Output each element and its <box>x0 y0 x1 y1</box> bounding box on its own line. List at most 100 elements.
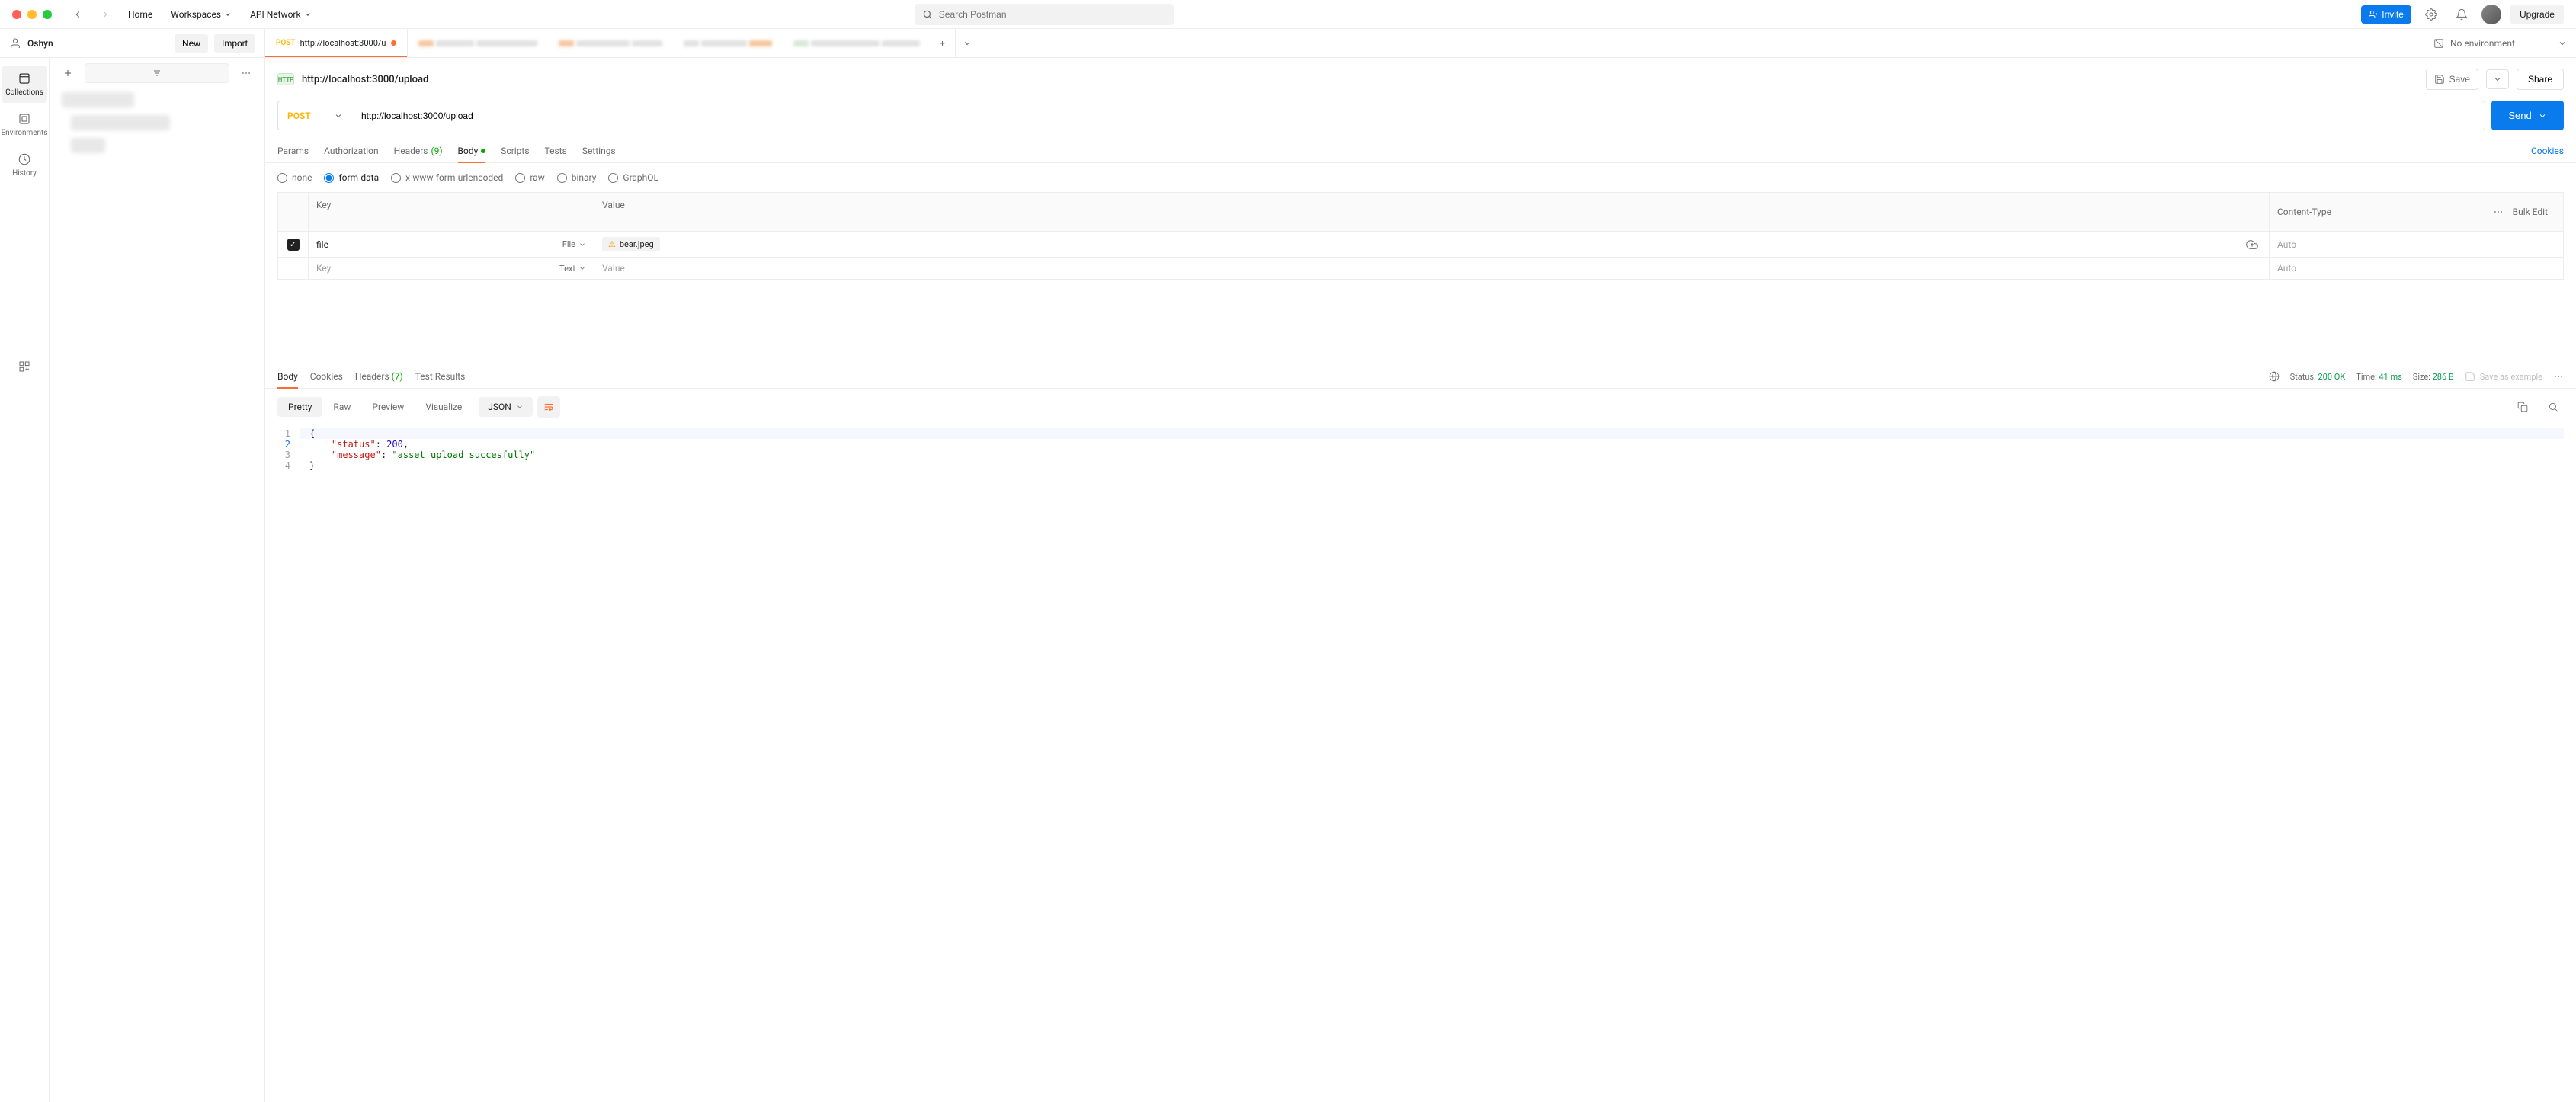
rail-environments[interactable]: Environments <box>2 106 47 143</box>
collection-item[interactable] <box>62 92 134 107</box>
request-tab[interactable] <box>783 40 931 46</box>
invite-button[interactable]: Invite <box>2361 5 2411 24</box>
body-type-graphql[interactable]: GraphQL <box>608 172 658 183</box>
opt-label: binary <box>572 172 597 183</box>
save-button[interactable]: Save <box>2426 69 2478 90</box>
key-type-selector[interactable]: Text <box>559 264 586 274</box>
request-tab[interactable] <box>408 40 548 46</box>
resp-tab-headers[interactable]: Headers (7) <box>355 365 403 388</box>
globe-icon[interactable] <box>2269 371 2280 382</box>
workspace-name[interactable]: Oshyn <box>27 38 168 49</box>
close-window-icon[interactable] <box>12 10 21 19</box>
new-button[interactable]: New <box>175 34 208 53</box>
cloud-sync-icon[interactable] <box>2246 239 2258 251</box>
rail-history[interactable]: History <box>2 146 47 184</box>
json-response[interactable]: 1{ 2 "status": 200, 3 "message": "asset … <box>265 425 2576 474</box>
bulk-edit-link[interactable]: Bulk Edit <box>2513 207 2548 217</box>
cookies-link[interactable]: Cookies <box>2531 139 2564 162</box>
avatar[interactable] <box>2481 5 2501 24</box>
filter-collections[interactable] <box>85 63 229 83</box>
tabs-dropdown[interactable] <box>955 29 979 57</box>
more-icon[interactable] <box>2493 207 2504 217</box>
upgrade-button[interactable]: Upgrade <box>2510 5 2564 24</box>
share-button[interactable]: Share <box>2517 69 2564 90</box>
format-selector[interactable]: JSON <box>479 397 533 417</box>
search-response-button[interactable] <box>2542 396 2564 418</box>
url-input[interactable] <box>352 101 2485 130</box>
method-label: POST <box>287 111 311 121</box>
resp-tab-test-results[interactable]: Test Results <box>415 365 466 388</box>
body-type-none[interactable]: none <box>277 172 312 183</box>
settings-button[interactable] <box>2421 4 2442 25</box>
chevron-down-icon <box>963 39 972 48</box>
search-input[interactable] <box>939 9 1166 20</box>
key-type-selector[interactable]: File <box>562 239 586 249</box>
notifications-button[interactable] <box>2451 4 2472 25</box>
view-pretty[interactable]: Pretty <box>277 397 322 417</box>
request-tab[interactable] <box>548 40 673 46</box>
opt-label: x-www-form-urlencoded <box>405 172 503 183</box>
opt-label: GraphQL <box>623 172 658 183</box>
rail-more[interactable] <box>2 354 47 379</box>
file-chip[interactable]: ⚠ bear.jpeg <box>602 237 660 251</box>
global-search[interactable] <box>915 4 1174 25</box>
view-preview[interactable]: Preview <box>361 397 415 417</box>
value-cell[interactable]: ⚠ bear.jpeg <box>594 232 2270 257</box>
save-as-example-button[interactable]: Save as example <box>2465 371 2542 382</box>
content-type-cell[interactable]: Auto <box>2270 232 2563 257</box>
body-type-raw[interactable]: raw <box>515 172 544 183</box>
key-cell[interactable]: file File <box>309 232 594 257</box>
nav-back-button[interactable] <box>67 4 88 25</box>
view-raw[interactable]: Raw <box>322 397 361 417</box>
request-title[interactable]: http://localhost:3000/upload <box>302 74 2418 85</box>
chevron-down-icon <box>334 111 343 120</box>
chevron-down-icon <box>2493 75 2502 84</box>
tab-scripts[interactable]: Scripts <box>501 139 529 162</box>
add-collection-button[interactable] <box>57 62 78 84</box>
tab-tests[interactable]: Tests <box>545 139 567 162</box>
rail-collections[interactable]: Collections <box>2 66 47 103</box>
wrap-icon <box>543 402 554 412</box>
home-link[interactable]: Home <box>122 5 159 24</box>
workspaces-dropdown[interactable]: Workspaces <box>165 5 238 24</box>
method-selector[interactable]: POST <box>277 101 352 130</box>
send-button[interactable]: Send <box>2491 101 2564 130</box>
save-dropdown-button[interactable] <box>2486 69 2509 89</box>
collection-item[interactable] <box>71 115 170 130</box>
environment-selector[interactable]: No environment <box>2424 29 2576 57</box>
wrap-lines-button[interactable] <box>537 396 560 418</box>
minimize-window-icon[interactable] <box>27 10 37 19</box>
value-cell-placeholder[interactable]: Value <box>594 258 2270 279</box>
nav-forward-button[interactable] <box>95 4 116 25</box>
maximize-window-icon[interactable] <box>43 10 52 19</box>
json-value: "asset upload succesfully" <box>392 450 535 460</box>
request-tab[interactable] <box>673 40 783 46</box>
resp-tab-body[interactable]: Body <box>277 365 298 388</box>
tab-settings[interactable]: Settings <box>582 139 616 162</box>
sidebar-more-button[interactable] <box>235 62 257 84</box>
key-cell-placeholder[interactable]: Key Text <box>309 258 594 279</box>
copy-response-button[interactable] <box>2512 396 2533 418</box>
view-visualize[interactable]: Visualize <box>415 397 473 417</box>
json-key: "message" <box>332 450 381 460</box>
more-icon[interactable] <box>2553 371 2564 382</box>
row-checkbox[interactable]: ✓ <box>287 239 300 251</box>
form-data-table: Key Value Content-Type Bulk Edit ✓ file … <box>277 192 2564 280</box>
tab-body[interactable]: Body <box>458 139 486 162</box>
body-type-urlencoded[interactable]: x-www-form-urlencoded <box>391 172 503 183</box>
key-type-label: Text <box>559 264 575 274</box>
import-button[interactable]: Import <box>214 34 255 53</box>
content-type-cell-placeholder[interactable]: Auto <box>2270 258 2563 279</box>
body-label: Body <box>458 146 479 156</box>
body-type-form-data[interactable]: form-data <box>324 172 379 183</box>
api-network-dropdown[interactable]: API Network <box>244 5 318 24</box>
tab-params[interactable]: Params <box>277 139 309 162</box>
tab-headers[interactable]: Headers (9) <box>394 139 443 162</box>
collection-item[interactable] <box>71 138 105 153</box>
tab-authorization[interactable]: Authorization <box>324 139 379 162</box>
resp-tab-cookies[interactable]: Cookies <box>310 365 343 388</box>
ct-value: Auto <box>2277 239 2296 250</box>
body-type-binary[interactable]: binary <box>557 172 597 183</box>
request-tab-active[interactable]: POST http://localhost:3000/u <box>265 29 408 57</box>
new-tab-button[interactable]: + <box>931 38 955 49</box>
